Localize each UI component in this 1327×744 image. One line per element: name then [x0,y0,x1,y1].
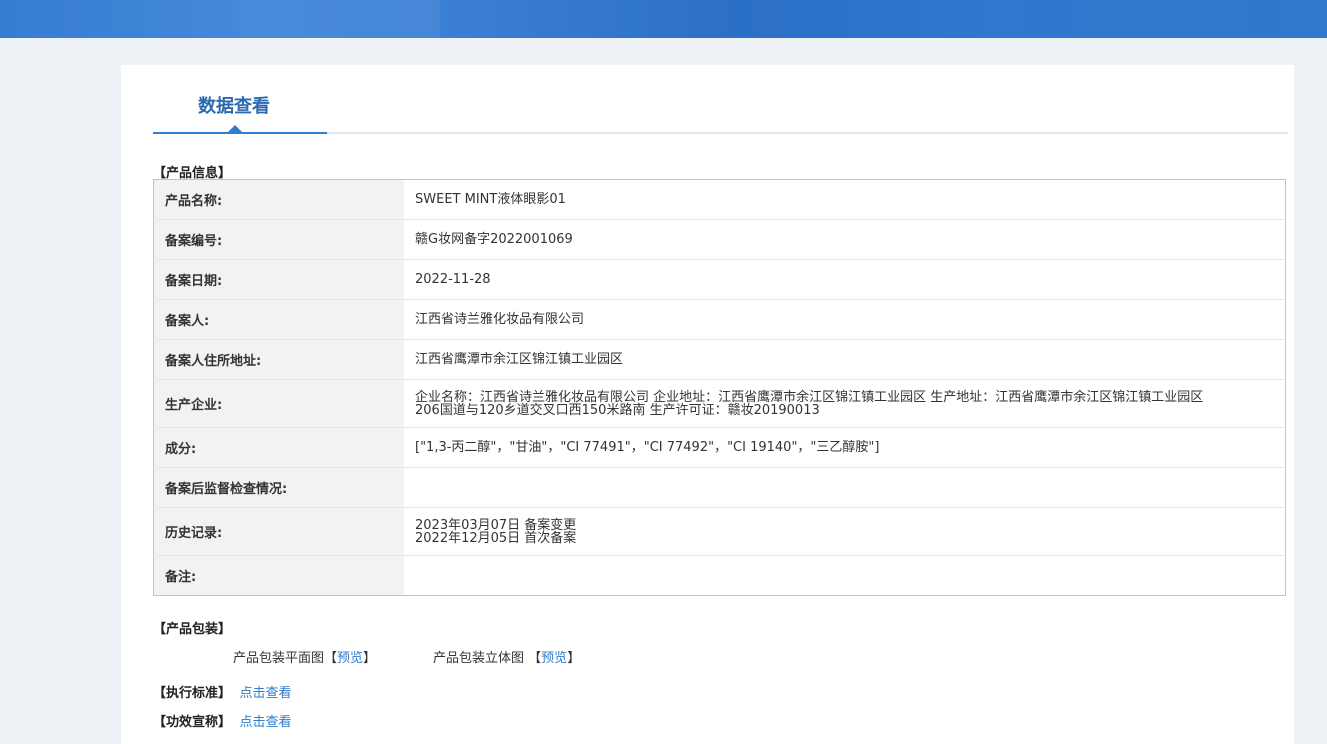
row-label: 备案人住所地址: [153,339,404,380]
product-info-table: 产品名称: SWEET MINT液体眼影01 备案编号: 赣G妆网备字20220… [153,179,1286,596]
bracket-open: 【 [324,651,338,666]
bracket-close: 】 [363,651,377,666]
packaging-solid-label: 产品包装立体图 [433,651,525,666]
packaging-flat: 产品包装平面图【预览】 [233,647,376,666]
row-label: 产品名称: [153,179,404,220]
table-row: 备注: [153,555,1286,596]
row-label: 备案编号: [153,219,404,260]
row-label: 历史记录: [153,507,404,556]
table-row: 备案日期: 2022-11-28 [153,259,1286,300]
row-label: 备案人: [153,299,404,340]
row-value: ["1,3-丙二醇"，"甘油"，"CI 77491"，"CI 77492"，"C… [404,427,1286,468]
table-row: 备案人: 江西省诗兰雅化妆品有限公司 [153,299,1286,340]
packaging-solid: 产品包装立体图 【预览】 [433,647,580,666]
efficacy-view-link[interactable]: 点击查看 [240,715,292,730]
row-label: 生产企业: [153,379,404,428]
content-card: 数据查看 【产品信息】 产品名称: SWEET MINT液体眼影01 备案编号:… [121,65,1294,744]
tab-caret-icon [228,125,242,132]
row-value: 江西省诗兰雅化妆品有限公司 [404,299,1286,340]
row-value: SWEET MINT液体眼影01 [404,179,1286,220]
packaging-flat-label: 产品包装平面图 [233,651,325,666]
section-packaging: 【产品包装】 [153,622,232,637]
bracket-close: 】 [567,651,581,666]
row-value: 2023年03月07日 备案变更 2022年12月05日 首次备案 [404,507,1286,556]
table-row: 备案编号: 赣G妆网备字2022001069 [153,219,1286,260]
row-value: 2022-11-28 [404,259,1286,300]
tab-data-view[interactable]: 数据查看 [198,92,270,118]
row-value: 企业名称：江西省诗兰雅化妆品有限公司 企业地址：江西省鹰潭市余江区锦江镇工业园区… [404,379,1286,428]
tab-active-indicator [153,132,327,134]
standard-view-link[interactable]: 点击查看 [240,686,292,701]
table-row: 成分: ["1,3-丙二醇"，"甘油"，"CI 77491"，"CI 77492… [153,427,1286,468]
row-label: 备案日期: [153,259,404,300]
top-banner [0,0,1327,38]
row-value: 江西省鹰潭市余江区锦江镇工业园区 [404,339,1286,380]
banner-shade-left [0,0,240,38]
row-value [404,556,1286,596]
manufacturer-line-2: 206国道与120乡道交叉口西150米路南 生产许可证：赣妆20190013 [415,402,820,418]
standard-label: 【执行标准】 [153,686,232,701]
tab-bar: 数据查看 [153,65,1288,135]
row-label: 备案后监督检查情况: [153,467,404,508]
history-line-2: 2022年12月05日 首次备案 [415,530,577,546]
banner-shade-mid [240,0,440,38]
table-row: 备案后监督检查情况: [153,467,1286,508]
bracket-open: 【 [528,651,542,666]
table-row: 备案人住所地址: 江西省鹰潭市余江区锦江镇工业园区 [153,339,1286,380]
preview-flat-link[interactable]: 预览 [337,651,363,666]
table-row: 产品名称: SWEET MINT液体眼影01 [153,179,1286,220]
table-row: 历史记录: 2023年03月07日 备案变更 2022年12月05日 首次备案 [153,507,1286,556]
history-line-1: 2023年03月07日 备案变更 [415,517,577,533]
row-label: 备注: [153,555,404,596]
row-value [404,467,1286,508]
section-standard: 【执行标准】 点击查看 [153,682,292,701]
table-row: 生产企业: 企业名称：江西省诗兰雅化妆品有限公司 企业地址：江西省鹰潭市余江区锦… [153,379,1286,428]
section-efficacy: 【功效宣称】 点击查看 [153,711,292,730]
row-label: 成分: [153,427,404,468]
efficacy-label: 【功效宣称】 [153,715,232,730]
preview-solid-link[interactable]: 预览 [541,651,567,666]
row-value: 赣G妆网备字2022001069 [404,219,1286,260]
manufacturer-line-1: 企业名称：江西省诗兰雅化妆品有限公司 企业地址：江西省鹰潭市余江区锦江镇工业园区… [415,389,1204,405]
